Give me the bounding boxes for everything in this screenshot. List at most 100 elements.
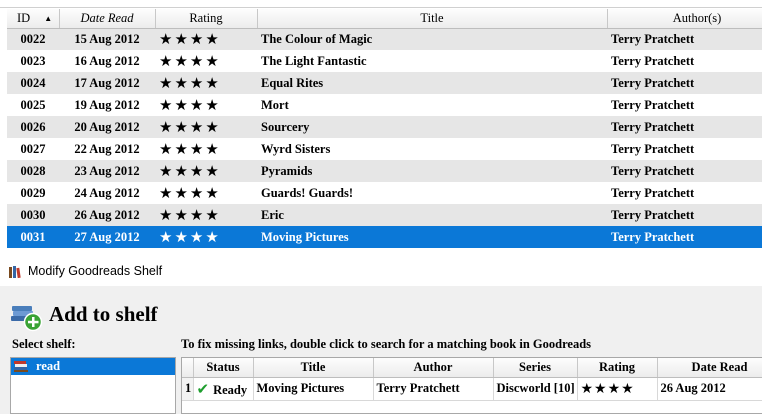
dialog-title: Modify Goodreads Shelf xyxy=(28,264,163,278)
book-title: Guards! Guards! xyxy=(261,185,354,200)
shelf-list[interactable]: read xyxy=(10,357,176,414)
book-rating: ★★★★ xyxy=(155,160,257,182)
book-rating: ★★★★ xyxy=(159,184,221,202)
book-id: 0022 xyxy=(7,28,59,50)
column-header-author[interactable]: Author xyxy=(373,358,494,378)
result-date-read: 26 Aug 2012 xyxy=(657,377,762,401)
book-title: The Light Fantastic xyxy=(261,53,367,68)
book-date-read: 22 Aug 2012 xyxy=(74,141,140,156)
book-rating: ★★★★ xyxy=(159,52,221,70)
book-rating: ★★★★ xyxy=(155,28,257,50)
book-date-read: 20 Aug 2012 xyxy=(59,116,155,138)
book-row[interactable]: 0023 16 Aug 2012 ★★★★ The Light Fantastic Te… xyxy=(7,50,762,72)
top-scroll-edge xyxy=(0,0,762,8)
book-date-read: 15 Aug 2012 xyxy=(59,28,155,50)
book-rating: ★★★★ xyxy=(155,204,257,226)
result-rating: ★★★★ xyxy=(577,377,658,401)
match-result-row[interactable]: 1 ✔ Ready Moving Pictures Terry Pratchett… xyxy=(182,377,762,401)
book-rating: ★★★★ xyxy=(155,116,257,138)
missing-links-hint: To fix missing links, double click to se… xyxy=(181,337,592,351)
book-rating: ★★★★ xyxy=(155,226,257,248)
sort-ascending-icon: ▲ xyxy=(44,13,53,23)
book-title: Eric xyxy=(257,204,607,226)
book-author: Terry Pratchett xyxy=(611,53,695,68)
book-title: Equal Rites xyxy=(257,72,607,94)
book-author: Terry Pratchett xyxy=(611,97,695,112)
book-author: Terry Pratchett xyxy=(611,141,695,156)
book-date-read: 19 Aug 2012 xyxy=(74,97,140,112)
book-row[interactable]: 0024 17 Aug 2012 ★★★★ Equal Rites Terry Prat… xyxy=(7,72,762,94)
book-rating: ★★★★ xyxy=(159,140,221,158)
column-header-status[interactable]: Status xyxy=(193,358,254,378)
book-author: Terry Pratchett xyxy=(607,226,762,248)
column-header-rating[interactable]: Rating xyxy=(155,9,258,29)
checkmark-icon: ✔ xyxy=(196,379,210,398)
add-to-shelf-icon xyxy=(11,306,43,332)
shelf-item-label: read xyxy=(36,359,61,373)
book-title: Wyrd Sisters xyxy=(261,141,331,156)
column-header-title[interactable]: Title xyxy=(253,358,374,378)
match-results-header: Status Title Author Series Rating Date R… xyxy=(182,358,762,378)
column-header-date-read[interactable]: Date Read xyxy=(59,9,156,29)
column-header-id-label: ID xyxy=(17,10,31,25)
result-series: Discworld [10] xyxy=(493,377,578,401)
row-number: 1 xyxy=(182,377,194,401)
book-row[interactable]: 0022 15 Aug 2012 ★★★★ The Colour of Magic Te… xyxy=(7,28,762,50)
book-id: 0029 xyxy=(20,185,46,200)
column-header-authors[interactable]: Author(s) xyxy=(607,9,762,29)
book-rating: ★★★★ xyxy=(159,96,221,114)
book-date-read: 26 Aug 2012 xyxy=(59,204,155,226)
book-id: 0027 xyxy=(20,141,46,156)
column-header-rownum xyxy=(182,358,194,378)
match-results-table: Status Title Author Series Rating Date R… xyxy=(182,358,762,401)
book-title: Pyramids xyxy=(257,160,607,182)
book-date-read: 27 Aug 2012 xyxy=(59,226,155,248)
shelf-icon xyxy=(14,361,28,372)
book-date-read: 24 Aug 2012 xyxy=(74,185,140,200)
book-id: 0025 xyxy=(20,97,46,112)
book-date-read: 17 Aug 2012 xyxy=(59,72,155,94)
result-author: Terry Pratchett xyxy=(373,377,494,401)
result-title: Moving Pictures xyxy=(253,377,374,401)
column-header-series[interactable]: Series xyxy=(493,358,578,378)
status-text: Ready xyxy=(213,382,248,397)
book-id: 0024 xyxy=(7,72,59,94)
book-row[interactable]: 0025 19 Aug 2012 ★★★★ Mort Terry Pratchett xyxy=(7,94,762,116)
books-icon xyxy=(9,266,21,279)
match-results-panel: Status Title Author Series Rating Date R… xyxy=(181,357,762,414)
book-id: 0026 xyxy=(7,116,59,138)
book-list-panel: ID ▲ Date Read Rating Title Author(s) 002… xyxy=(0,0,762,258)
select-shelf-label: Select shelf: xyxy=(12,337,76,351)
book-date-read: 16 Aug 2012 xyxy=(74,53,140,68)
book-title: Moving Pictures xyxy=(257,226,607,248)
column-header-date-read[interactable]: Date Read xyxy=(657,358,762,378)
book-author: Terry Pratchett xyxy=(607,160,762,182)
book-author: Terry Pratchett xyxy=(607,72,762,94)
book-title: The Colour of Magic xyxy=(257,28,607,50)
book-row[interactable]: 0031 27 Aug 2012 ★★★★ Moving Pictures Terry … xyxy=(7,226,762,248)
book-author: Terry Pratchett xyxy=(607,204,762,226)
shelf-item-read[interactable]: read xyxy=(11,358,175,375)
book-title: Mort xyxy=(261,97,289,112)
book-row[interactable]: 0026 20 Aug 2012 ★★★★ Sourcery Terry Pratche… xyxy=(7,116,762,138)
status-cell: ✔ Ready xyxy=(193,377,254,401)
add-to-shelf-heading: Add to shelf xyxy=(49,302,158,326)
column-header-id[interactable]: ID ▲ xyxy=(7,9,60,29)
book-id: 0030 xyxy=(7,204,59,226)
book-id: 0023 xyxy=(20,53,46,68)
book-row[interactable]: 0028 23 Aug 2012 ★★★★ Pyramids Terry Pratche… xyxy=(7,160,762,182)
book-row[interactable]: 0029 24 Aug 2012 ★★★★ Guards! Guards! Terry … xyxy=(7,182,762,204)
book-author: Terry Pratchett xyxy=(611,185,695,200)
column-header-rating[interactable]: Rating xyxy=(577,358,658,378)
book-row[interactable]: 0027 22 Aug 2012 ★★★★ Wyrd Sisters Terry Pra… xyxy=(7,138,762,160)
book-title: Sourcery xyxy=(257,116,607,138)
book-table-header: ID ▲ Date Read Rating Title Author(s) xyxy=(7,9,762,29)
book-date-read: 23 Aug 2012 xyxy=(59,160,155,182)
book-author: Terry Pratchett xyxy=(607,28,762,50)
book-row[interactable]: 0030 26 Aug 2012 ★★★★ Eric Terry Pratchett xyxy=(7,204,762,226)
dialog-title-bar: Modify Goodreads Shelf xyxy=(0,258,762,286)
book-author: Terry Pratchett xyxy=(607,116,762,138)
book-table: ID ▲ Date Read Rating Title Author(s) 002… xyxy=(7,9,762,248)
column-header-title[interactable]: Title xyxy=(257,9,608,29)
book-id: 0028 xyxy=(7,160,59,182)
